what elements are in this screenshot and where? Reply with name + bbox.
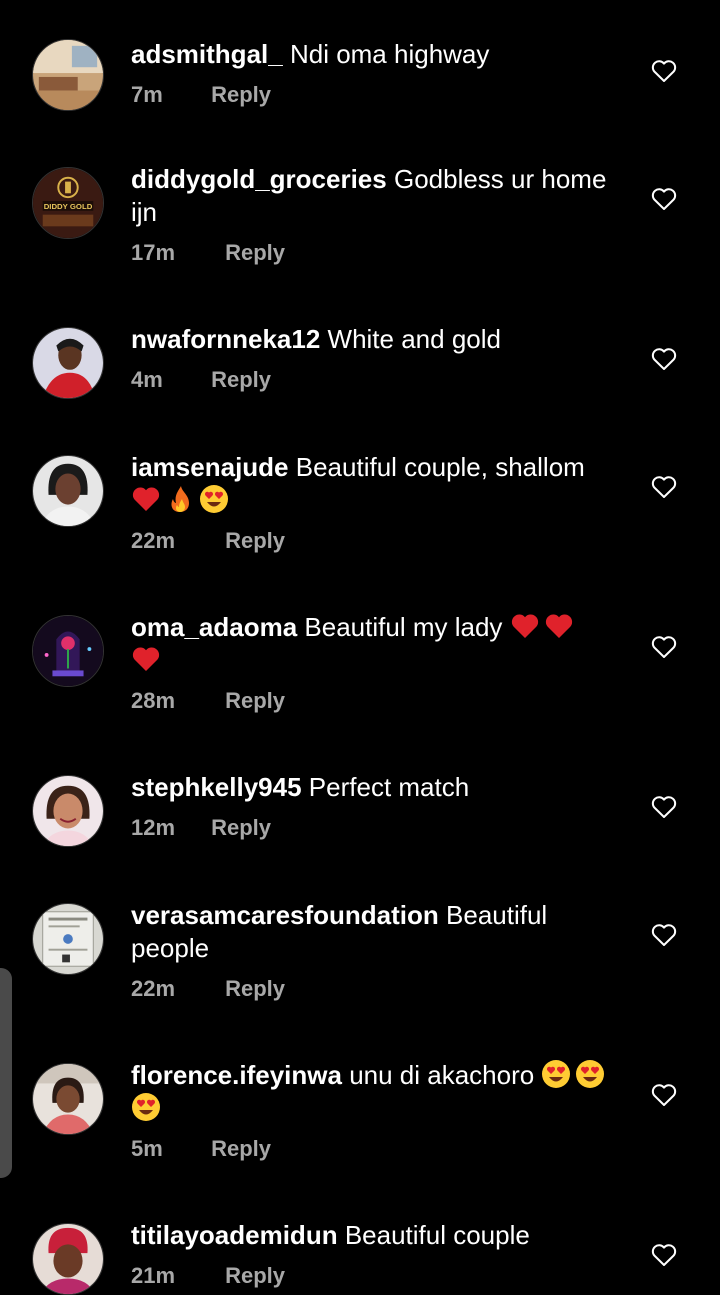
reply-button[interactable]: Reply	[225, 688, 285, 713]
reply-button[interactable]: Reply	[211, 1136, 271, 1161]
avatar[interactable]	[32, 1063, 104, 1135]
comment-username[interactable]: iamsenajude	[131, 452, 289, 482]
avatar[interactable]: DIDDY GOLD	[32, 167, 104, 239]
fire-emoji	[171, 486, 189, 512]
comment-timestamp: 7m	[131, 82, 163, 107]
comment-text: Perfect match	[308, 772, 470, 802]
heart-outline-icon	[651, 188, 677, 210]
svg-text:DIDDY GOLD: DIDDY GOLD	[44, 202, 93, 211]
avatar-diddy-gold-logo: DIDDY GOLD	[33, 168, 103, 238]
like-button[interactable]	[651, 923, 677, 947]
comment-text: Beautiful couple, shallom	[295, 452, 585, 482]
avatar[interactable]	[32, 455, 104, 527]
heart-outline-icon	[651, 796, 677, 818]
heart-eyes-emoji	[200, 485, 228, 513]
like-button[interactable]	[651, 347, 677, 371]
heart-emoji	[545, 614, 572, 638]
heart-eyes-emoji	[542, 1060, 571, 1088]
avatar[interactable]	[32, 903, 104, 975]
heart-outline-icon	[651, 1244, 677, 1266]
comment-username[interactable]: adsmithgal_	[131, 39, 283, 69]
scroll-handle[interactable]	[0, 968, 12, 1178]
reply-button[interactable]: Reply	[225, 528, 285, 553]
comment-timestamp: 22m	[131, 528, 176, 553]
comment-timestamp: 12m	[131, 815, 176, 840]
heart-eyes-emoji	[132, 1093, 160, 1121]
avatar[interactable]	[32, 1223, 104, 1295]
avatar-woman-headwrap	[33, 1224, 103, 1294]
heart-emoji	[132, 647, 160, 671]
comment-text: Beautiful couple	[344, 1220, 530, 1250]
comment-username[interactable]: nwafornneka12	[131, 324, 320, 354]
reply-button[interactable]: Reply	[225, 1263, 285, 1288]
reply-button[interactable]: Reply	[211, 367, 271, 392]
avatar-woman-car	[33, 1064, 103, 1134]
like-button[interactable]	[651, 635, 677, 659]
comment-username[interactable]: verasamcaresfoundation	[131, 900, 439, 930]
comment-timestamp: 28m	[131, 688, 176, 713]
like-button[interactable]	[651, 59, 677, 83]
reply-button[interactable]: Reply	[211, 82, 271, 107]
reply-button[interactable]: Reply	[225, 976, 285, 1001]
heart-outline-icon	[651, 924, 677, 946]
comment-text: White and gold	[327, 324, 501, 354]
avatar-rose-dome	[33, 616, 103, 686]
heart-outline-icon	[651, 60, 677, 82]
avatar-woman-portrait	[33, 456, 103, 526]
heart-outline-icon	[651, 636, 677, 658]
heart-outline-icon	[651, 476, 677, 498]
like-button[interactable]	[651, 187, 677, 211]
avatar-woman-red-top	[33, 328, 103, 398]
comment-timestamp: 17m	[131, 240, 176, 265]
avatar-woman-smiling	[33, 776, 103, 846]
like-button[interactable]	[651, 475, 677, 499]
avatar[interactable]	[32, 327, 104, 399]
reply-button[interactable]: Reply	[225, 240, 285, 265]
avatar-room-icon	[33, 40, 103, 110]
like-button[interactable]	[651, 795, 677, 819]
reply-button[interactable]: Reply	[211, 815, 271, 840]
comment-text: Ndi oma highway	[289, 39, 490, 69]
like-button[interactable]	[651, 1243, 677, 1267]
heart-eyes-emoji	[576, 1060, 605, 1088]
heart-outline-icon	[651, 1084, 677, 1106]
comment-timestamp: 21m	[131, 1263, 176, 1288]
like-button[interactable]	[651, 1083, 677, 1107]
avatar-certificate	[33, 904, 103, 974]
avatar[interactable]	[32, 39, 104, 111]
comment-text: unu di akachoro	[349, 1060, 535, 1090]
comment-timestamp: 4m	[131, 367, 163, 392]
heart-outline-icon	[651, 348, 677, 370]
comment-timestamp: 5m	[131, 1136, 163, 1161]
heart-emoji	[132, 487, 160, 511]
comment-timestamp: 22m	[131, 976, 176, 1001]
comment-username[interactable]: stephkelly945	[131, 772, 302, 802]
avatar[interactable]	[32, 775, 104, 847]
comment-username[interactable]: oma_adaoma	[131, 612, 297, 642]
comment-username[interactable]: diddygold_groceries	[131, 164, 387, 194]
heart-emoji	[511, 614, 538, 638]
comment-username[interactable]: florence.ifeyinwa	[131, 1060, 342, 1090]
avatar[interactable]	[32, 615, 104, 687]
comment-text: Beautiful my lady	[304, 612, 503, 642]
comment-username[interactable]: titilayoademidun	[131, 1220, 338, 1250]
